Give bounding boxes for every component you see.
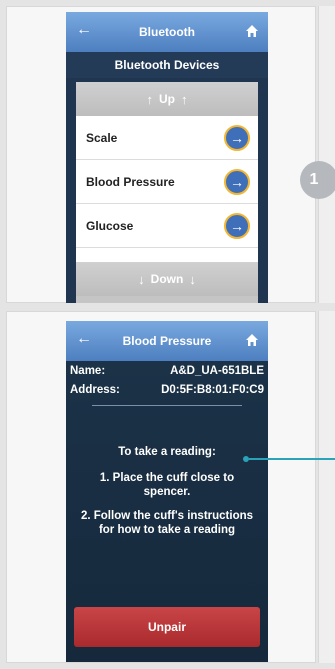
section-subtitle: Bluetooth Devices <box>66 52 268 78</box>
step-badge: 1 <box>300 161 335 199</box>
device-name-row: Name: A&D_UA-651BLE <box>66 361 268 380</box>
device-item-blood-pressure[interactable]: Blood Pressure → <box>76 160 258 204</box>
home-icon[interactable] <box>245 333 259 347</box>
home-icon[interactable] <box>245 24 259 38</box>
instruction-step-2: 2. Follow the cuff's instructions for ho… <box>80 510 254 536</box>
address-label: Address: <box>70 383 120 396</box>
address-value: D0:5F:B8:01:F0:C9 <box>161 383 264 396</box>
side-panel-strip <box>318 6 335 303</box>
arrow-up-icon: ↑ <box>146 91 154 107</box>
title-bar: ← Blood Pressure <box>66 321 268 361</box>
screen-title: Bluetooth <box>139 25 195 39</box>
device-label: Glucose <box>86 218 134 233</box>
page: ← Bluetooth Bluetooth Devices ↑ Up ↑ Sca… <box>0 0 335 669</box>
side-panel-strip <box>318 311 335 663</box>
scroll-down-button[interactable]: ↓ Down ↓ <box>76 262 258 296</box>
name-value: A&D_UA-651BLE <box>170 364 264 377</box>
device-label: Scale <box>86 130 118 145</box>
scroll-up-button[interactable]: ↑ Up ↑ <box>76 82 258 116</box>
unpair-button[interactable]: Unpair <box>74 607 260 647</box>
arrow-right-icon[interactable]: → <box>224 125 250 151</box>
arrow-right-icon[interactable]: → <box>224 213 250 239</box>
back-arrow-icon[interactable]: ← <box>76 330 92 348</box>
device-list-container: ↑ Up ↑ Scale → Blood Pressure → Glucose … <box>76 82 258 303</box>
reading-instructions: To take a reading: 1. Place the cuff clo… <box>66 445 268 547</box>
arrow-down-icon: ↓ <box>138 271 145 287</box>
device-item-scale[interactable]: Scale → <box>76 116 258 160</box>
arrow-right-icon[interactable]: → <box>224 169 250 195</box>
device-label: Blood Pressure <box>86 174 175 189</box>
scroll-up-label: Up <box>159 92 175 106</box>
callout-line <box>249 458 335 460</box>
scroll-down-label: Down <box>150 272 184 286</box>
bluetooth-screen: ← Bluetooth Bluetooth Devices ↑ Up ↑ Sca… <box>66 12 268 303</box>
instruction-step-1: 1. Place the cuff close to spencer. <box>99 472 235 498</box>
arrow-up-icon: ↑ <box>181 91 188 107</box>
instructions-title: To take a reading: <box>118 446 216 458</box>
name-label: Name: <box>70 364 106 377</box>
device-item-glucose[interactable]: Glucose → <box>76 204 258 248</box>
arrow-down-icon: ↓ <box>189 271 196 287</box>
screen-title: Blood Pressure <box>122 334 212 348</box>
blood-pressure-screen: ← Blood Pressure Name: A&D_UA-651BLE Add… <box>66 321 268 662</box>
back-arrow-icon[interactable]: ← <box>76 21 92 39</box>
device-list: Scale → Blood Pressure → Glucose → <box>76 116 258 262</box>
divider <box>92 405 242 406</box>
title-bar: ← Bluetooth <box>66 12 268 52</box>
list-spacer <box>76 248 258 262</box>
device-address-row: Address: D0:5F:B8:01:F0:C9 <box>66 380 268 399</box>
